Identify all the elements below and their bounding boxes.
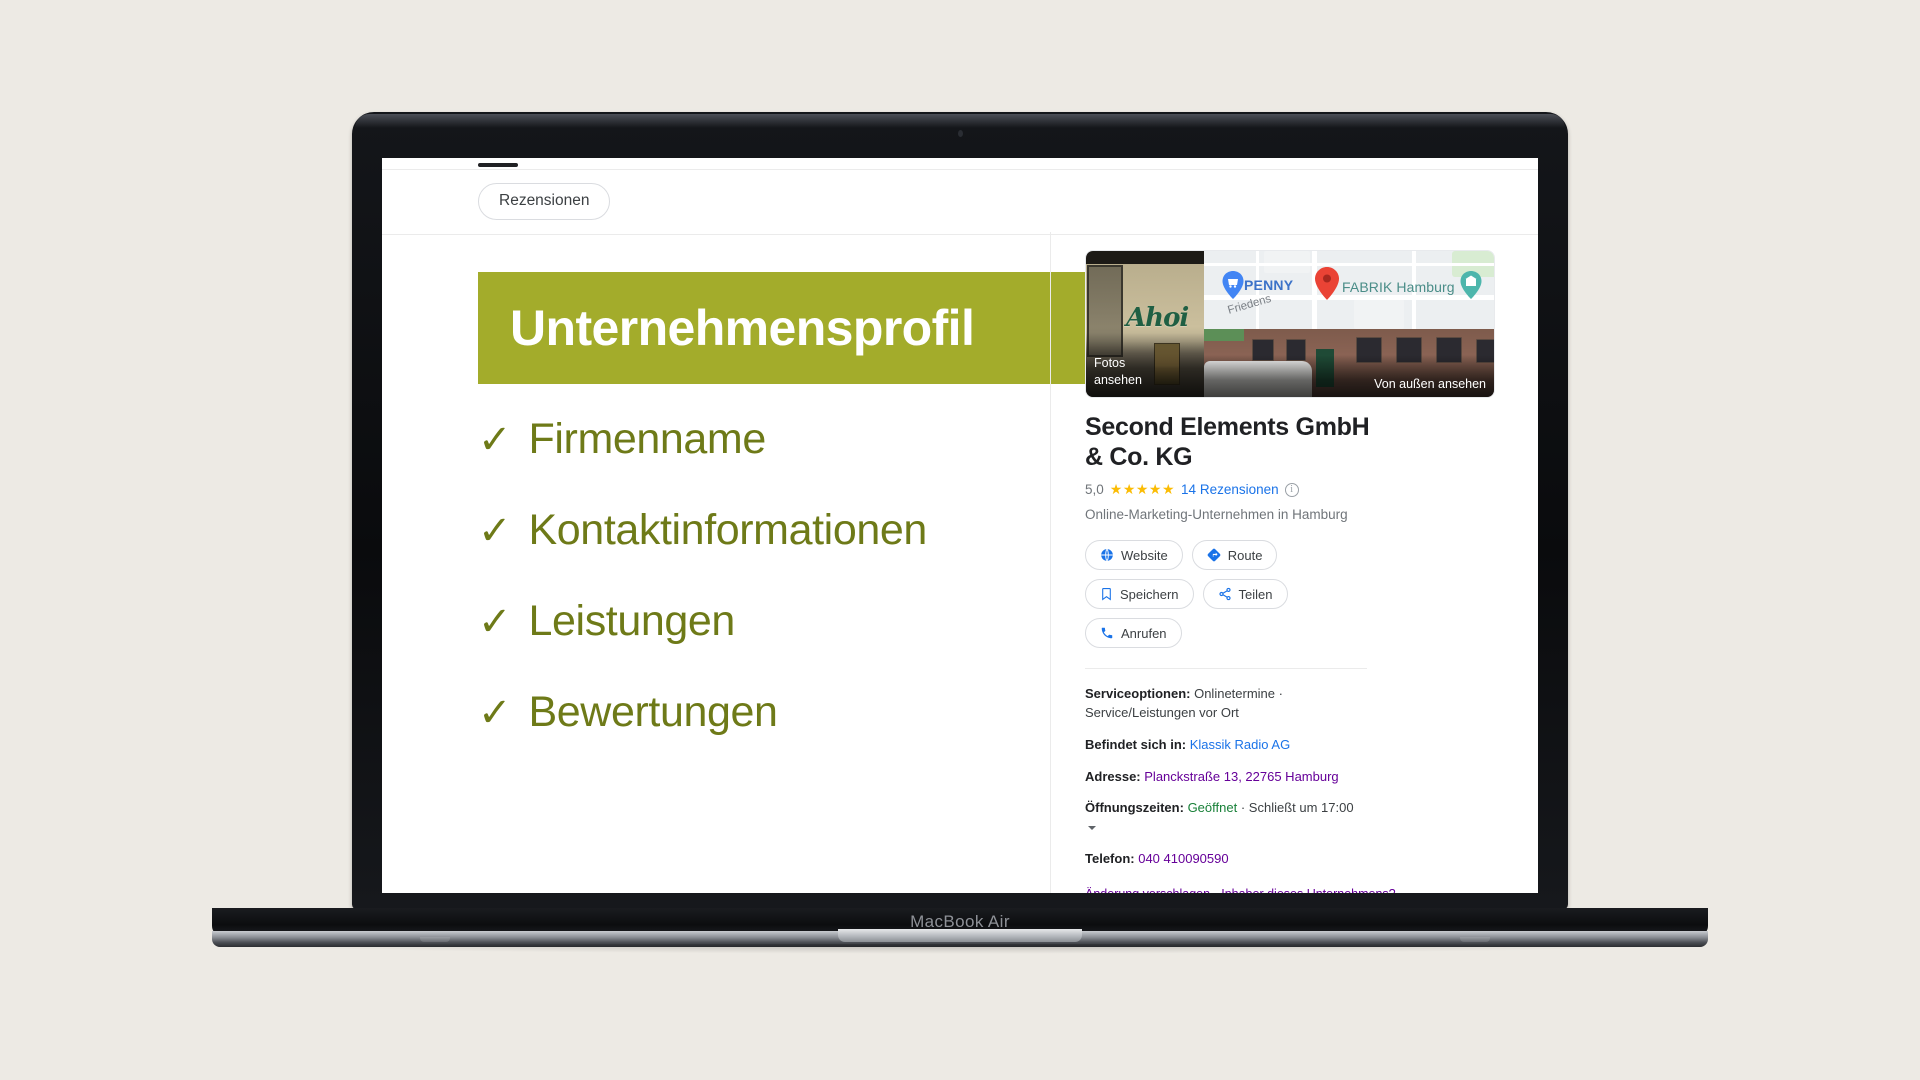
photo-sign-text: Ahoi <box>1126 303 1189 333</box>
photos-caption-line1: Fotos <box>1094 356 1126 371</box>
panel-footer-links: Änderung vorschlagen · Inhaber dieses Un… <box>1085 887 1502 893</box>
business-location-pin-icon <box>1314 267 1340 300</box>
filter-row: Rezensionen <box>382 170 1538 235</box>
bookmark-icon <box>1100 587 1113 601</box>
laptop-screen: Rezensionen Unternehmensprofil ✓ Firmenn… <box>382 158 1538 893</box>
route-button[interactable]: Route <box>1191 540 1278 570</box>
hours-key: Öffnungszeiten: <box>1085 800 1184 816</box>
browser-page: Rezensionen Unternehmensprofil ✓ Firmenn… <box>382 158 1538 893</box>
feature-checklist: ✓ Firmenname ✓ Kontaktinformationen ✓ Le… <box>478 418 1050 734</box>
list-item: ✓ Kontaktinformationen <box>478 509 1050 552</box>
call-button-label: Anrufen <box>1121 625 1167 641</box>
checklist-label: Kontaktinformationen <box>528 506 928 554</box>
webcam-icon <box>957 130 963 137</box>
checkmark-icon: ✓ <box>478 509 512 553</box>
review-count-link[interactable]: 14 Rezensionen <box>1181 482 1279 497</box>
save-button[interactable]: Speichern <box>1085 579 1194 609</box>
active-tab-indicator <box>478 163 518 167</box>
share-icon <box>1218 587 1232 601</box>
laptop-mockup: Rezensionen Unternehmensprofil ✓ Firmenn… <box>0 0 1920 1080</box>
fabrik-map-label: FABRIK Hamburg <box>1342 279 1455 295</box>
laptop-foot <box>1460 937 1490 942</box>
checklist-label: Bewertungen <box>528 688 778 736</box>
streetview-caption: Von außen ansehen <box>1374 377 1486 391</box>
checkmark-icon: ✓ <box>478 600 512 644</box>
address-link[interactable]: Planckstraße 13, 22765 Hamburg <box>1144 769 1338 784</box>
checkmark-icon: ✓ <box>478 691 512 735</box>
media-strip: Ahoi Fotos ansehen PENNY FABRIK Hamburg … <box>1085 250 1495 398</box>
address-key: Adresse: <box>1085 768 1141 784</box>
website-button[interactable]: Website <box>1085 540 1183 570</box>
more-options-icon[interactable] <box>1297 479 1315 499</box>
phone-icon <box>1100 626 1114 640</box>
laptop-foot <box>420 937 450 942</box>
directions-icon <box>1207 548 1221 562</box>
map-road <box>1204 263 1494 266</box>
laptop-shadow <box>212 944 1708 954</box>
profile-banner: Unternehmensprofil <box>478 272 1107 384</box>
website-button-label: Website <box>1121 547 1168 563</box>
detail-row-address: Adresse: Planckstraße 13, 22765 Hamburg <box>1085 768 1357 787</box>
call-button[interactable]: Anrufen <box>1085 618 1182 648</box>
hours-status: Geöffnet <box>1187 800 1238 816</box>
map-block <box>1354 299 1404 329</box>
rating-value: 5,0 <box>1085 482 1104 497</box>
banner-title: Unternehmensprofil <box>510 300 975 356</box>
filter-chip-rezensionen[interactable]: Rezensionen <box>478 183 611 220</box>
located-in-link[interactable]: Klassik Radio AG <box>1190 737 1290 752</box>
suggest-edit-link[interactable]: Änderung vorschlagen <box>1085 887 1210 893</box>
route-button-label: Route <box>1227 547 1263 563</box>
action-button-group: Website Route Speichern Teilen Anrufen <box>1085 540 1385 648</box>
rating-row: 5,0 ★★★★★ 14 Rezensionen i <box>1085 481 1502 498</box>
phone-key: Telefon: <box>1085 851 1135 867</box>
phone-link[interactable]: 040 410090590 <box>1138 851 1228 866</box>
chevron-down-icon[interactable] <box>1088 825 1096 830</box>
photos-caption-line2: ansehen <box>1094 373 1142 388</box>
laptop-base-notch <box>838 929 1082 942</box>
business-details-list: Serviceoptionen: Onlinetermine · Service… <box>1085 685 1357 869</box>
checkmark-icon: ✓ <box>478 418 512 462</box>
map-block <box>1264 251 1310 273</box>
hours-value: Schließt um 17:00 <box>1248 800 1354 816</box>
save-button-label: Speichern <box>1120 586 1179 602</box>
detail-row-hours: Öffnungszeiten: Geöffnet · Schließt um 1… <box>1085 799 1357 837</box>
map-and-streetview-column: PENNY FABRIK Hamburg Friedens Von außen … <box>1204 251 1494 397</box>
list-item: ✓ Leistungen <box>478 600 1050 643</box>
business-owner-link[interactable]: Inhaber dieses Unternehmens? <box>1221 887 1395 893</box>
globe-icon <box>1100 548 1114 562</box>
fabrik-map-marker-icon <box>1460 271 1482 299</box>
business-category: Online-Marketing-Unternehmen in Hamburg <box>1085 507 1348 522</box>
checklist-label: Leistungen <box>528 597 736 645</box>
share-button[interactable]: Teilen <box>1202 579 1288 609</box>
list-item: ✓ Bewertungen <box>478 691 1050 734</box>
page-content: Unternehmensprofil ✓ Firmenname ✓ Kontak… <box>382 232 1538 893</box>
slide-left-column: Unternehmensprofil ✓ Firmenname ✓ Kontak… <box>382 232 1107 893</box>
hours-separator: · <box>1240 800 1246 816</box>
streetview-thumbnail[interactable]: Von außen ansehen <box>1204 329 1494 397</box>
knowledge-panel: Ahoi Fotos ansehen PENNY FABRIK Hamburg … <box>1050 232 1538 893</box>
detail-row-service-options: Serviceoptionen: Onlinetermine · Service… <box>1085 685 1357 723</box>
star-rating-icon: ★★★★★ <box>1109 481 1176 497</box>
map-thumbnail[interactable]: PENNY FABRIK Hamburg Friedens <box>1204 251 1494 329</box>
share-button-label: Teilen <box>1238 586 1273 602</box>
located-in-key: Befindet sich in: <box>1085 736 1187 752</box>
list-item: ✓ Firmenname <box>478 418 1050 461</box>
photos-caption: Fotos ansehen <box>1094 355 1172 389</box>
photos-thumbnail[interactable]: Ahoi Fotos ansehen <box>1086 251 1204 397</box>
tab-strip <box>382 158 1538 170</box>
business-name: Second Elements GmbH & Co. KG <box>1085 413 1370 471</box>
checklist-label: Firmenname <box>528 415 767 463</box>
detail-row-located-in: Befindet sich in: Klassik Radio AG <box>1085 736 1357 755</box>
detail-row-phone: Telefon: 040 410090590 <box>1085 850 1357 869</box>
divider <box>1085 668 1367 669</box>
service-options-key: Serviceoptionen: <box>1085 686 1191 701</box>
penny-map-label: PENNY <box>1244 277 1294 293</box>
streetview-awning-decor <box>1204 329 1244 341</box>
penny-map-marker-icon <box>1222 271 1244 299</box>
